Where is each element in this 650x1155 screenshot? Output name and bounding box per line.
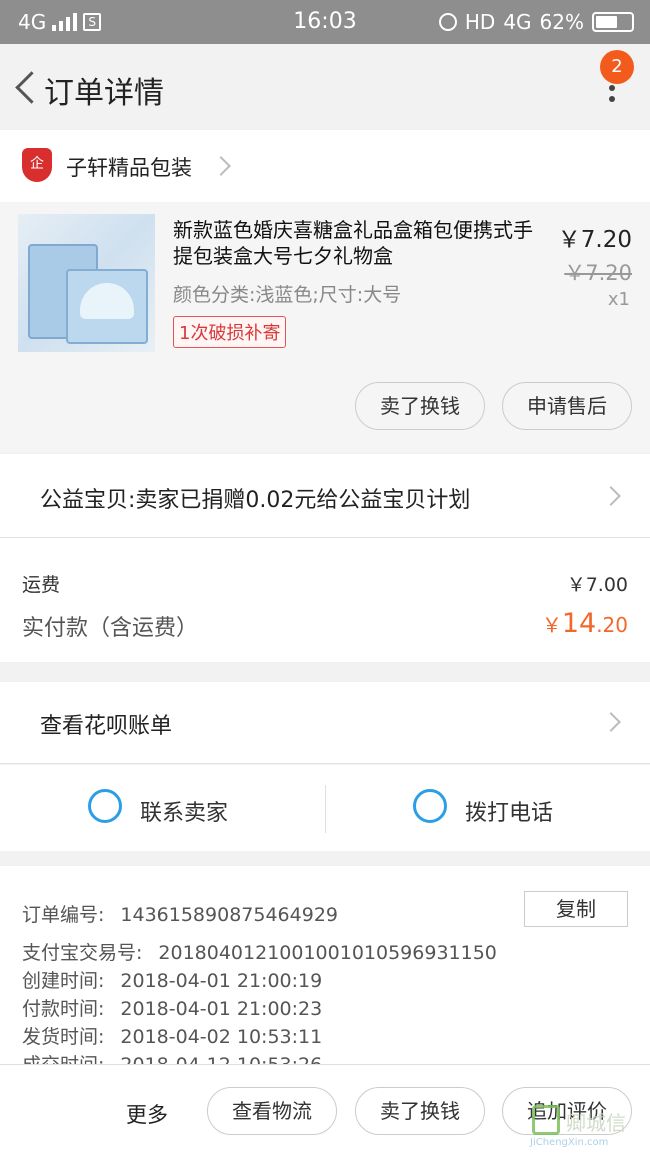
info-label: 订单编号: [22,904,105,926]
info-value: 143615890875464929 [120,904,338,926]
trade-number-row: 支付宝交易号: 2018040121001001010596931150 [22,938,497,965]
chevron-right-icon [211,156,231,176]
chevron-right-icon [601,486,621,506]
info-label: 创建时间: [22,970,105,992]
status-right: HD 4G 62% [438,10,634,34]
info-value: 2018-04-01 21:00:19 [120,970,323,992]
order-info: 订单编号: 143615890875464929 复制 支付宝交易号: 201804… [0,866,650,1066]
alarm-icon [438,13,457,31]
copy-button[interactable]: 复制 [524,891,628,927]
call-phone-button[interactable]: 拨打电话 [465,795,553,827]
shipped-time-row: 发货时间: 2018-04-02 10:53:11 [22,1022,322,1049]
info-value: 2018040121001001010596931150 [158,942,497,964]
info-label: 支付宝交易号: [22,942,143,964]
info-value: 2018-04-01 21:00:23 [120,998,323,1020]
shop-row[interactable]: 企 子轩精品包装 [0,130,650,202]
divider [325,785,326,833]
product-spec: 颜色分类:浅蓝色;尺寸:大号 [173,284,402,306]
paid-value: ￥14.20 [542,608,628,639]
paid-integer: 14 [561,608,597,639]
product-tag: 1次破损补寄 [173,316,287,348]
chevron-right-icon [601,712,621,732]
chat-icon[interactable] [88,789,122,823]
product-card[interactable]: 新款蓝色婚庆喜糖盒礼品盒箱包便携式手提包装盒大号七夕礼物盒 颜色分类:浅蓝色;尺… [0,202,650,452]
contact-bar: 联系卖家 拨打电话 [0,765,650,851]
watermark-logo: 卿城信 JiChengXin.com [526,1101,646,1148]
watermark-url: JiChengXin.com [530,1137,609,1148]
info-value: 2018-04-02 10:53:11 [120,1026,323,1048]
paid-label: 实付款（含运费） [22,616,199,641]
info-label: 付款时间: [22,998,105,1020]
hd-label: HD [464,10,496,34]
nav-bar: 订单详情 2 [0,44,650,130]
product-image[interactable] [18,214,155,352]
shipping-label: 运费 [22,574,61,596]
product-title: 新款蓝色婚庆喜糖盒礼品盒箱包便携式手提包装盒大号七夕礼物盒 [173,218,533,268]
charity-row[interactable]: 公益宝贝:卖家已捐赠0.02元给公益宝贝计划 [0,454,650,538]
phone-icon[interactable] [413,789,447,823]
product-original-price: ￥7.20 [564,261,632,285]
paid-decimal: .20 [596,613,628,637]
huabei-text: 查看花呗账单 [40,714,173,739]
product-price: ￥7.20 [557,227,632,253]
huabei-row[interactable]: 查看花呗账单 [0,682,650,764]
paid-currency: ￥ [541,613,562,637]
view-logistics-button[interactable]: 查看物流 [207,1087,337,1135]
watermark-text: 卿城信 [566,1111,626,1135]
after-sale-button[interactable]: 申请售后 [502,382,632,430]
paid-time-row: 付款时间: 2018-04-01 21:00:23 [22,994,322,1021]
sell-button[interactable]: 卖了换钱 [355,1087,485,1135]
fee-summary: 运费 ￥7.00 实付款（含运费） ￥14.20 [0,538,650,662]
status-bar: 4G S 16:03 HD 4G 62% [0,0,650,44]
notification-badge: 2 [600,50,634,84]
shop-name: 子轩精品包装 [66,156,192,180]
watermark-icon [532,1105,560,1135]
info-label: 发货时间: [22,1026,105,1048]
page-title: 订单详情 [44,76,164,111]
order-number-row: 订单编号: 143615890875464929 [22,900,338,927]
more-button[interactable]: 更多 [126,1099,168,1129]
contact-seller-button[interactable]: 联系卖家 [140,795,228,827]
charity-text: 公益宝贝:卖家已捐赠0.02元给公益宝贝计划 [40,488,471,513]
shop-badge-icon: 企 [22,148,52,182]
sell-button[interactable]: 卖了换钱 [355,382,485,430]
product-quantity: x1 [607,289,630,310]
network-right-label: 4G [503,10,532,34]
back-icon[interactable] [10,68,40,108]
created-time-row: 创建时间: 2018-04-01 21:00:19 [22,966,322,993]
shipping-value: ￥7.00 [566,574,628,596]
battery-icon [592,12,634,32]
battery-percent: 62% [539,10,584,34]
